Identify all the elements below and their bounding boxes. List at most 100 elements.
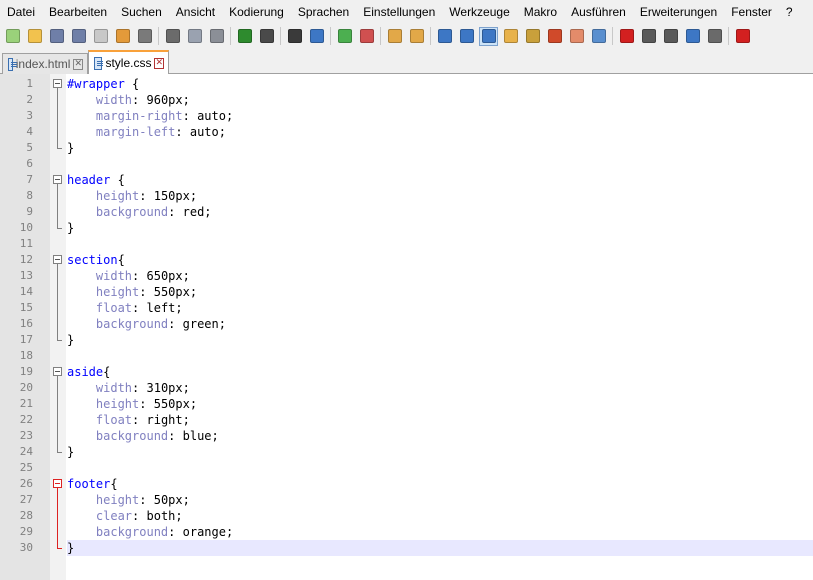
code-text[interactable]: background: orange; — [67, 524, 233, 540]
code-line[interactable]: 14 height: 550px; — [0, 284, 813, 300]
code-text[interactable]: margin-right: auto; — [67, 108, 233, 124]
zoom-in-button[interactable] — [335, 27, 354, 46]
code-line[interactable]: 6 — [0, 156, 813, 172]
menu-item[interactable]: Einstellungen — [356, 0, 442, 24]
code-text[interactable]: } — [67, 540, 74, 556]
function-list-button[interactable] — [545, 27, 564, 46]
menu-item[interactable]: Erweiterungen — [633, 0, 724, 24]
tab-inactive[interactable]: index.html ✕ — [2, 53, 88, 74]
code-line[interactable]: 4 margin-left: auto; — [0, 124, 813, 140]
user-language-button[interactable] — [501, 27, 520, 46]
redo-button[interactable] — [257, 27, 276, 46]
monitoring-button[interactable] — [589, 27, 608, 46]
code-text[interactable]: height: 50px; — [67, 492, 190, 508]
cut-button[interactable] — [163, 27, 182, 46]
copy-button[interactable] — [185, 27, 204, 46]
code-line[interactable]: 23 background: blue; — [0, 428, 813, 444]
code-text[interactable]: } — [67, 444, 74, 460]
code-text[interactable]: width: 650px; — [67, 268, 190, 284]
code-line[interactable]: 3 margin-right: auto; — [0, 108, 813, 124]
code-line[interactable]: 29 background: orange; — [0, 524, 813, 540]
menu-item[interactable]: Ansicht — [169, 0, 222, 24]
code-text[interactable]: width: 960px; — [67, 92, 190, 108]
new-file-button[interactable] — [3, 27, 22, 46]
menu-item[interactable]: Bearbeiten — [42, 0, 114, 24]
find-button[interactable] — [285, 27, 304, 46]
code-text[interactable]: footer{ — [67, 476, 118, 492]
folder-workspace-button[interactable] — [567, 27, 586, 46]
undo-button[interactable] — [235, 27, 254, 46]
macro-record-button[interactable] — [617, 27, 636, 46]
code-text[interactable]: width: 310px; — [67, 380, 190, 396]
code-line[interactable]: 22 float: right; — [0, 412, 813, 428]
sync-horizontal-button[interactable] — [407, 27, 426, 46]
save-button[interactable] — [47, 27, 66, 46]
macro-save-button[interactable] — [705, 27, 724, 46]
menu-item[interactable]: Fenster — [724, 0, 779, 24]
code-line[interactable]: 30} — [0, 540, 813, 556]
code-line[interactable]: 24} — [0, 444, 813, 460]
zoom-out-button[interactable] — [357, 27, 376, 46]
code-text[interactable]: background: green; — [67, 316, 226, 332]
print-button[interactable] — [135, 27, 154, 46]
sync-vertical-button[interactable] — [385, 27, 404, 46]
code-editor[interactable]: 1 #wrapper {2 width: 960px; 3 margin-right… — [0, 74, 813, 580]
code-line[interactable]: 11 — [0, 236, 813, 252]
code-text[interactable]: section{ — [67, 252, 125, 268]
code-text[interactable]: header { — [67, 172, 125, 188]
code-text[interactable]: margin-left: auto; — [67, 124, 226, 140]
menu-item[interactable]: Makro — [517, 0, 564, 24]
code-line[interactable]: 26 footer{ — [0, 476, 813, 492]
code-text[interactable]: float: left; — [67, 300, 183, 316]
close-all-button[interactable] — [113, 27, 132, 46]
code-text[interactable]: clear: both; — [67, 508, 183, 524]
code-text[interactable]: height: 550px; — [67, 396, 197, 412]
menu-item[interactable]: Datei — [0, 0, 42, 24]
code-text[interactable]: float: right; — [67, 412, 190, 428]
code-line[interactable]: 1 #wrapper { — [0, 76, 813, 92]
code-line[interactable]: 8 height: 150px; — [0, 188, 813, 204]
code-line[interactable]: 17} — [0, 332, 813, 348]
close-button[interactable] — [91, 27, 110, 46]
fold-toggle-icon[interactable] — [53, 175, 62, 184]
code-text[interactable]: background: blue; — [67, 428, 219, 444]
fold-toggle-icon[interactable] — [53, 479, 62, 488]
indent-guide-button[interactable] — [479, 26, 498, 46]
spell-check-button[interactable] — [733, 27, 752, 46]
macro-play-multiple-button[interactable] — [683, 27, 702, 46]
code-line[interactable]: 9 background: red; — [0, 204, 813, 220]
macro-stop-button[interactable] — [639, 27, 658, 46]
code-line[interactable]: 20 width: 310px; — [0, 380, 813, 396]
code-line[interactable]: 5} — [0, 140, 813, 156]
fold-toggle-icon[interactable] — [53, 255, 62, 264]
close-tab-icon[interactable]: ✕ — [154, 57, 164, 69]
code-line[interactable]: 16 background: green; — [0, 316, 813, 332]
code-lines[interactable]: 1 #wrapper {2 width: 960px; 3 margin-right… — [0, 76, 813, 556]
save-all-button[interactable] — [69, 27, 88, 46]
code-text[interactable]: aside{ — [67, 364, 110, 380]
code-line[interactable]: 7 header { — [0, 172, 813, 188]
replace-button[interactable] — [307, 27, 326, 46]
tab-active[interactable]: style.css ✕ — [88, 50, 169, 74]
code-line[interactable]: 21 height: 550px; — [0, 396, 813, 412]
menu-item[interactable]: Suchen — [114, 0, 169, 24]
code-text[interactable]: height: 550px; — [67, 284, 197, 300]
code-line[interactable]: 15 float: left; — [0, 300, 813, 316]
menu-item[interactable]: ? — [779, 0, 800, 24]
menu-item[interactable]: Ausführen — [564, 0, 633, 24]
menu-item[interactable]: Kodierung — [222, 0, 291, 24]
code-line[interactable]: 18 — [0, 348, 813, 364]
code-text[interactable]: background: red; — [67, 204, 212, 220]
code-line[interactable]: 13 width: 650px; — [0, 268, 813, 284]
macro-play-button[interactable] — [661, 27, 680, 46]
code-text[interactable]: } — [67, 140, 74, 156]
open-file-button[interactable] — [25, 27, 44, 46]
menu-item[interactable]: Sprachen — [291, 0, 356, 24]
word-wrap-button[interactable] — [435, 27, 454, 46]
code-text[interactable]: } — [67, 332, 74, 348]
code-line[interactable]: 12 section{ — [0, 252, 813, 268]
doc-map-button[interactable] — [523, 27, 542, 46]
fold-toggle-icon[interactable] — [53, 79, 62, 88]
close-tab-icon[interactable]: ✕ — [73, 58, 83, 70]
code-line[interactable]: 10} — [0, 220, 813, 236]
